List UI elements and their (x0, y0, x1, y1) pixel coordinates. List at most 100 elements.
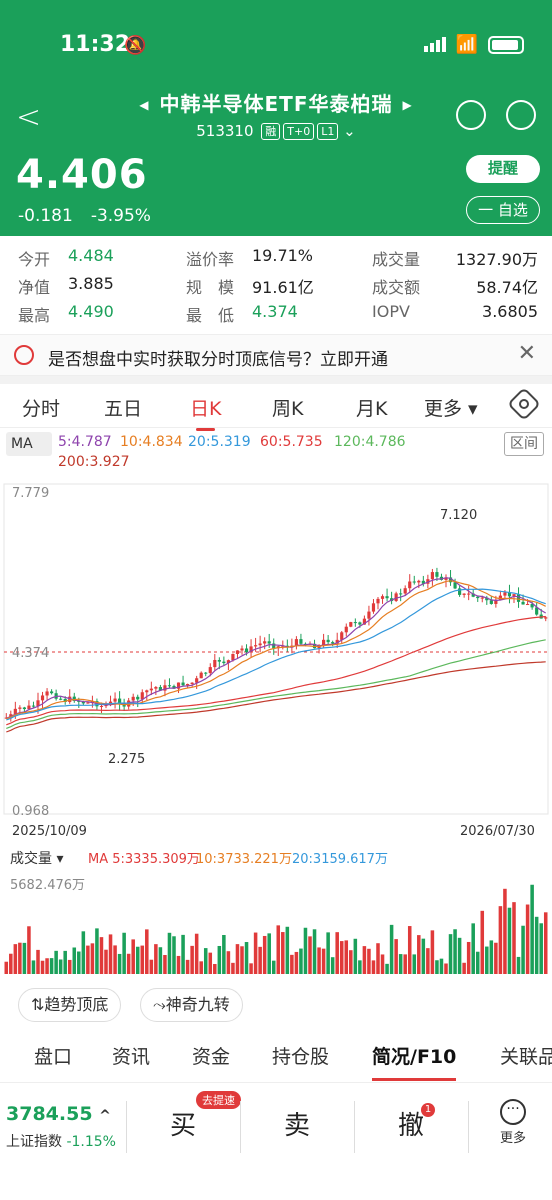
stat-label: 最 低 (186, 306, 235, 325)
stat-value: 3.6805 (482, 302, 538, 321)
buy-button[interactable]: 买 (170, 1105, 196, 1142)
volume-bar (362, 946, 367, 974)
candle-body (516, 594, 521, 602)
candle-body (526, 604, 530, 606)
change-percent: -3.95% (90, 206, 151, 226)
volume-bar (86, 945, 90, 974)
volume-bar (126, 953, 131, 974)
watchlist-button[interactable]: 一 自选 (466, 196, 540, 224)
header: 11:32 🔕 📶 < ◀ 中韩半导体ETF华泰柏瑞 ▶ 513310 融 T+0 L1… (0, 0, 552, 236)
volume-bar (367, 948, 371, 974)
tag-t0: T+0 (283, 123, 315, 140)
candle-body (167, 685, 172, 687)
volume-bar (358, 960, 362, 974)
candle-body (222, 661, 226, 664)
tab-order-book[interactable]: 盘口 (34, 1042, 72, 1069)
sell-button[interactable]: 卖 (284, 1105, 310, 1142)
close-icon[interactable]: ✕ (518, 341, 536, 366)
volume-bar (344, 940, 349, 974)
volume-bar (27, 926, 31, 974)
volume-bar (135, 946, 140, 974)
volume-bar (271, 960, 276, 974)
candle-body (263, 641, 267, 644)
candle-body (199, 672, 203, 679)
volume-bar (389, 924, 394, 974)
stat-value: 58.74亿 (476, 278, 538, 297)
tab-holdings[interactable]: 持仓股 (272, 1042, 329, 1069)
candle-body (399, 593, 403, 595)
volume-bar (330, 957, 335, 974)
candle-body (435, 572, 439, 577)
next-arrow-icon[interactable]: ▶ (402, 98, 412, 112)
chevron-down-icon[interactable]: ⌄ (343, 122, 356, 140)
battery-icon (488, 35, 524, 54)
k-line-chart[interactable] (0, 478, 552, 978)
tab-five-day[interactable]: 五日 (104, 394, 142, 421)
cancel-badge: 1 (421, 1103, 435, 1117)
signal-banner[interactable]: 是否想盘中实时获取分时顶底信号？立即开通 ✕ (0, 334, 552, 376)
volume-bar (299, 948, 303, 974)
volume-bar (99, 937, 104, 974)
volume-bar (145, 929, 149, 974)
search-icon[interactable] (506, 100, 536, 130)
candle-body (190, 682, 194, 685)
volume-bar (113, 945, 117, 974)
candle-body (213, 659, 217, 668)
refresh-icon[interactable] (456, 100, 486, 130)
volume-bar (154, 944, 158, 974)
candle-body (254, 645, 258, 647)
speedup-badge[interactable]: 去提速 (196, 1091, 241, 1109)
divider (354, 1101, 355, 1153)
candle-body (412, 581, 416, 583)
magic-nine-button[interactable]: ⤳神奇九转 (140, 988, 243, 1022)
volume-bar (321, 948, 326, 974)
divider (126, 1101, 127, 1153)
settings-icon[interactable] (507, 387, 541, 421)
tab-more[interactable]: 更多 ▾ (424, 394, 478, 421)
volume-bar (90, 943, 95, 974)
tab-monthly-k[interactable]: 月K (356, 394, 387, 421)
current-price: 4.406 (16, 152, 148, 198)
volume-bar (480, 910, 485, 974)
volume-bar (380, 954, 385, 974)
volume-bar (543, 912, 548, 974)
volume-bar (516, 956, 521, 974)
volume-bar (262, 935, 267, 974)
more-label[interactable]: 更多 (500, 1127, 526, 1146)
tab-intraday[interactable]: 分时 (22, 394, 60, 421)
tab-daily-k[interactable]: 日K (190, 394, 221, 431)
volume-bar (9, 953, 13, 974)
prev-arrow-icon[interactable]: ◀ (139, 98, 149, 112)
remind-button[interactable]: 提醒 (466, 155, 540, 183)
volume-selector[interactable]: 成交量 ▾ (10, 848, 63, 868)
ma-value: 10:4.834 (120, 434, 183, 450)
candle-body (195, 678, 199, 683)
more-icon[interactable]: ··· (500, 1099, 526, 1125)
candle-body (521, 601, 525, 605)
volume-bar (95, 928, 99, 974)
index-value[interactable]: 3784.55 ^ (6, 1103, 111, 1125)
volume-bar (457, 937, 462, 974)
tab-news[interactable]: 资讯 (112, 1042, 150, 1069)
volume-bar (417, 935, 421, 974)
tab-f10[interactable]: 简况/F10 (372, 1042, 457, 1081)
quote-stats: 今开 4.484 溢价率 19.71% 成交量 1327.90万 净值 3.88… (0, 240, 552, 330)
tab-weekly-k[interactable]: 周K (272, 394, 303, 421)
volume-bar (276, 925, 281, 974)
volume-bar (448, 934, 453, 974)
tab-funds[interactable]: 资金 (192, 1042, 230, 1069)
high-mark-label: 7.120 (440, 508, 478, 523)
candle-body (231, 653, 235, 661)
candle-body (217, 659, 221, 662)
volume-bar (530, 884, 534, 974)
trend-top-bottom-button[interactable]: ⇅趋势顶底 (18, 988, 122, 1022)
range-button[interactable]: 区间 (504, 432, 544, 456)
candle-body (489, 600, 493, 604)
tab-related[interactable]: 关联品 (500, 1042, 552, 1069)
volume-bar (163, 955, 167, 974)
banner-text[interactable]: 是否想盘中实时获取分时顶底信号？立即开通 (48, 345, 388, 370)
ma-selector[interactable]: MA (6, 432, 52, 456)
volume-bar (290, 954, 294, 974)
y-min-label: 0.968 (12, 804, 50, 819)
candle-body (417, 580, 421, 583)
